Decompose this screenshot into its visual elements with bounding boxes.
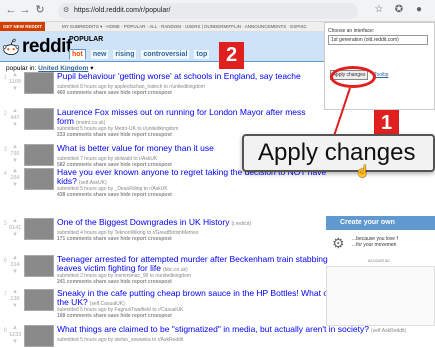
vote-arrows: ▲ 1109 ▼ xyxy=(9,72,21,93)
post-thumbnail[interactable] xyxy=(24,144,54,166)
community-icon: ⚙ xyxy=(332,235,345,251)
upvote-icon[interactable]: ▲ xyxy=(12,218,18,224)
post-score: 447 xyxy=(10,115,20,121)
post-thumbnail[interactable] xyxy=(24,72,54,94)
post-score: 1233 xyxy=(9,332,22,338)
upvote-icon[interactable]: ▲ xyxy=(12,72,18,78)
post-score: 136 xyxy=(10,296,20,302)
post-action-links[interactable]: 171 comments share save hide report cros… xyxy=(57,236,172,242)
tooltip-link[interactable]: Tooltip xyxy=(374,72,388,78)
interface-label: Choose an interface: xyxy=(328,28,375,34)
upvote-icon[interactable]: ▲ xyxy=(12,144,18,150)
forward-icon[interactable]: → xyxy=(18,3,32,17)
vote-arrows: ▲ 6141 ▼ xyxy=(9,218,21,239)
post-score: 314 xyxy=(10,262,20,268)
get-new-reddit-link[interactable]: GET NEW REDDIT xyxy=(0,22,45,31)
subreddit-links[interactable]: MY SUBREDDITS ▾ · HOME · POPULAR · ALL ·… xyxy=(62,22,307,31)
promo-line-2: ...for your movemen xyxy=(352,242,397,248)
site-info-icon[interactable]: ⚙ xyxy=(63,3,69,19)
reddit-wordmark[interactable]: reddit xyxy=(22,37,72,57)
post-score: 1109 xyxy=(9,79,21,85)
upvote-icon[interactable]: ▲ xyxy=(12,255,18,261)
back-icon[interactable]: ← xyxy=(4,3,18,17)
downvote-icon[interactable]: ▼ xyxy=(12,122,18,128)
post-score: 264 xyxy=(10,175,20,181)
vote-arrows: ▲ 136 ▼ xyxy=(9,289,21,310)
highlight-circle xyxy=(330,66,376,88)
downvote-icon[interactable]: ▼ xyxy=(12,182,18,188)
post-rank: 7 xyxy=(3,292,7,298)
star-icon[interactable]: ☆ xyxy=(372,3,386,17)
interface-select[interactable]: 1st generation (old.reddit.com) xyxy=(328,35,428,45)
downvote-icon[interactable]: ▼ xyxy=(12,339,18,345)
cursor-hand-icon: ☝ xyxy=(355,164,370,178)
post-score: 6141 xyxy=(9,225,22,231)
reload-icon[interactable]: ↻ xyxy=(33,3,47,17)
downvote-icon[interactable]: ▼ xyxy=(12,269,18,275)
apply-changes-zoom-callout: Apply changes xyxy=(242,134,435,172)
downvote-icon[interactable]: ▼ xyxy=(12,158,18,164)
vote-arrows: ▲ 264 ▼ xyxy=(9,168,21,189)
vote-arrows: ▲ 447 ▼ xyxy=(9,108,21,129)
tab-new[interactable]: new xyxy=(90,50,109,59)
upvote-icon[interactable]: ▲ xyxy=(12,168,18,174)
upvote-icon[interactable]: ▲ xyxy=(12,108,18,114)
address-bar[interactable]: ⚙ https://old.reddit.com/r/popular/ xyxy=(58,3,358,19)
create-community-button[interactable]: Create your own xyxy=(326,216,435,230)
post-action-links[interactable]: 460 comments share save hide report cros… xyxy=(57,90,172,96)
post-rank: 8 xyxy=(3,328,7,334)
post-rank: 5 xyxy=(3,221,7,227)
post-title[interactable]: One of the Biggest Downgrades in UK Hist… xyxy=(57,217,251,229)
vote-arrows: ▲ 795 ▼ xyxy=(9,144,21,165)
post-action-links[interactable]: 241 comments share save hide report cros… xyxy=(57,279,172,285)
account-activity-label: account ac xyxy=(368,258,390,263)
step-badge-1: 1 xyxy=(374,110,399,136)
post-rank: 3 xyxy=(3,147,7,153)
url-text: https://old.reddit.com/r/popular/ xyxy=(74,7,171,14)
upvote-icon[interactable]: ▲ xyxy=(12,289,18,295)
browser-toolbar: ← → ↻ ⚙ https://old.reddit.com/r/popular… xyxy=(0,0,435,22)
page-title[interactable]: POPULAR xyxy=(69,36,103,43)
downvote-icon[interactable]: ▼ xyxy=(12,232,18,238)
post-title[interactable]: Pupil behaviour 'getting worse' at schoo… xyxy=(57,71,303,83)
profile-icon[interactable]: ● xyxy=(412,3,426,17)
post-rank: 1 xyxy=(3,75,7,81)
post-thumbnail[interactable] xyxy=(24,108,54,130)
tab-top[interactable]: top xyxy=(194,50,210,59)
downvote-icon[interactable]: ▼ xyxy=(12,86,18,92)
post-title[interactable]: What is better value for money than it u… xyxy=(57,143,216,155)
sort-tabs: hot new rising controversial top xyxy=(69,49,212,60)
tab-controversial[interactable]: controversial xyxy=(141,50,190,59)
post-thumbnail[interactable] xyxy=(24,289,54,311)
sidebar-promo: ...because you love f ...for your moveme… xyxy=(352,236,398,248)
post-thumbnail[interactable] xyxy=(24,325,54,347)
post-thumbnail[interactable] xyxy=(24,218,54,240)
sidebar: Create your own ⚙ ...because you love f … xyxy=(324,178,435,348)
post-rank: 4 xyxy=(3,171,7,177)
tab-rising[interactable]: rising xyxy=(113,50,137,59)
post-rank: 2 xyxy=(3,111,7,117)
interface-panel: Choose an interface: 1st generation (old… xyxy=(324,22,435,110)
tab-hot[interactable]: hot xyxy=(69,49,86,60)
downvote-icon[interactable]: ▼ xyxy=(12,303,18,309)
post-action-links[interactable]: 438 comments share save hide report cros… xyxy=(57,192,172,198)
sidebar-box xyxy=(326,266,435,326)
post-thumbnail[interactable] xyxy=(24,168,54,190)
vote-arrows: ▲ 314 ▼ xyxy=(9,255,21,276)
post-submitted-meta: submitted 5 hours ago by stefan_sewanka … xyxy=(57,337,184,343)
post-action-links[interactable]: 233 comments share save hide report cros… xyxy=(57,132,172,138)
reddit-alien-logo[interactable] xyxy=(2,38,20,56)
post-domain[interactable]: (i.redd.it) xyxy=(231,221,251,227)
vote-arrows: ▲ 1233 ▼ xyxy=(9,325,21,346)
extension-icon[interactable]: ✪ xyxy=(392,3,406,17)
step-badge-2: 2 xyxy=(219,42,244,69)
post-row: 2 ▲ 447 ▼ Laurence Fox misses out on running… xyxy=(0,107,435,138)
post-rank: 6 xyxy=(3,258,7,264)
post-score: 795 xyxy=(10,151,20,157)
post-action-links[interactable]: 168 comments share save hide report cros… xyxy=(57,313,172,319)
post-thumbnail[interactable] xyxy=(24,255,54,277)
upvote-icon[interactable]: ▲ xyxy=(12,325,18,331)
